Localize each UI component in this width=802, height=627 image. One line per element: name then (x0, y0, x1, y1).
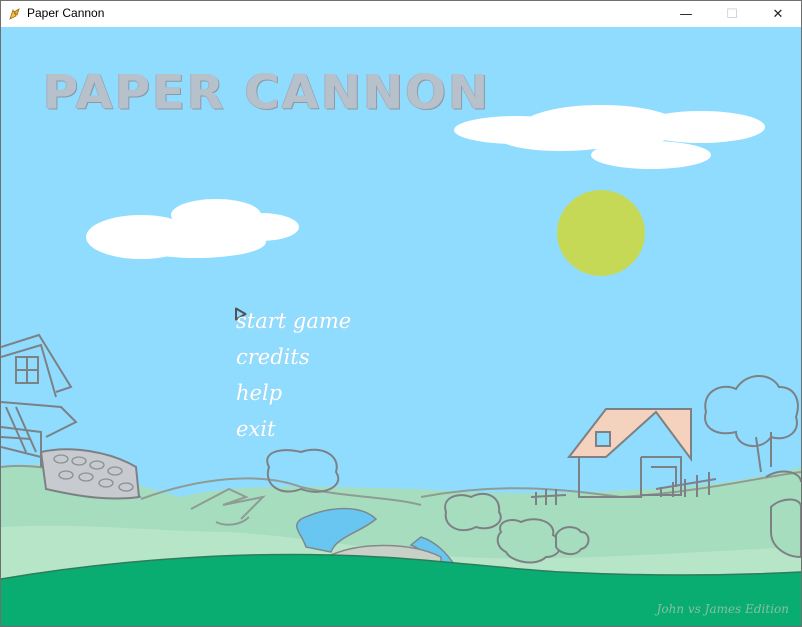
edition-label: John vs James Edition (656, 602, 789, 616)
menu-label-credits: credits (236, 345, 310, 369)
minimize-button[interactable]: — (663, 1, 709, 27)
maximize-button[interactable]: ☐ (709, 1, 755, 27)
close-button[interactable]: ✕ (755, 1, 801, 27)
game-logo: PAPER CANNON (43, 65, 491, 121)
game-window: Paper Cannon — ☐ ✕ PAPER CANNON start ga… (0, 0, 802, 627)
menu-label-exit: exit (236, 417, 276, 441)
paper-cannon-app-icon (9, 8, 20, 20)
menu-label-help: help (236, 381, 283, 405)
game-canvas: PAPER CANNON start game credits help exi… (1, 27, 801, 626)
window-title: Paper Cannon (27, 6, 105, 20)
title-bar[interactable]: Paper Cannon — ☐ ✕ (1, 1, 801, 27)
sun (557, 190, 645, 276)
menu-label-start-game: start game (236, 309, 352, 333)
